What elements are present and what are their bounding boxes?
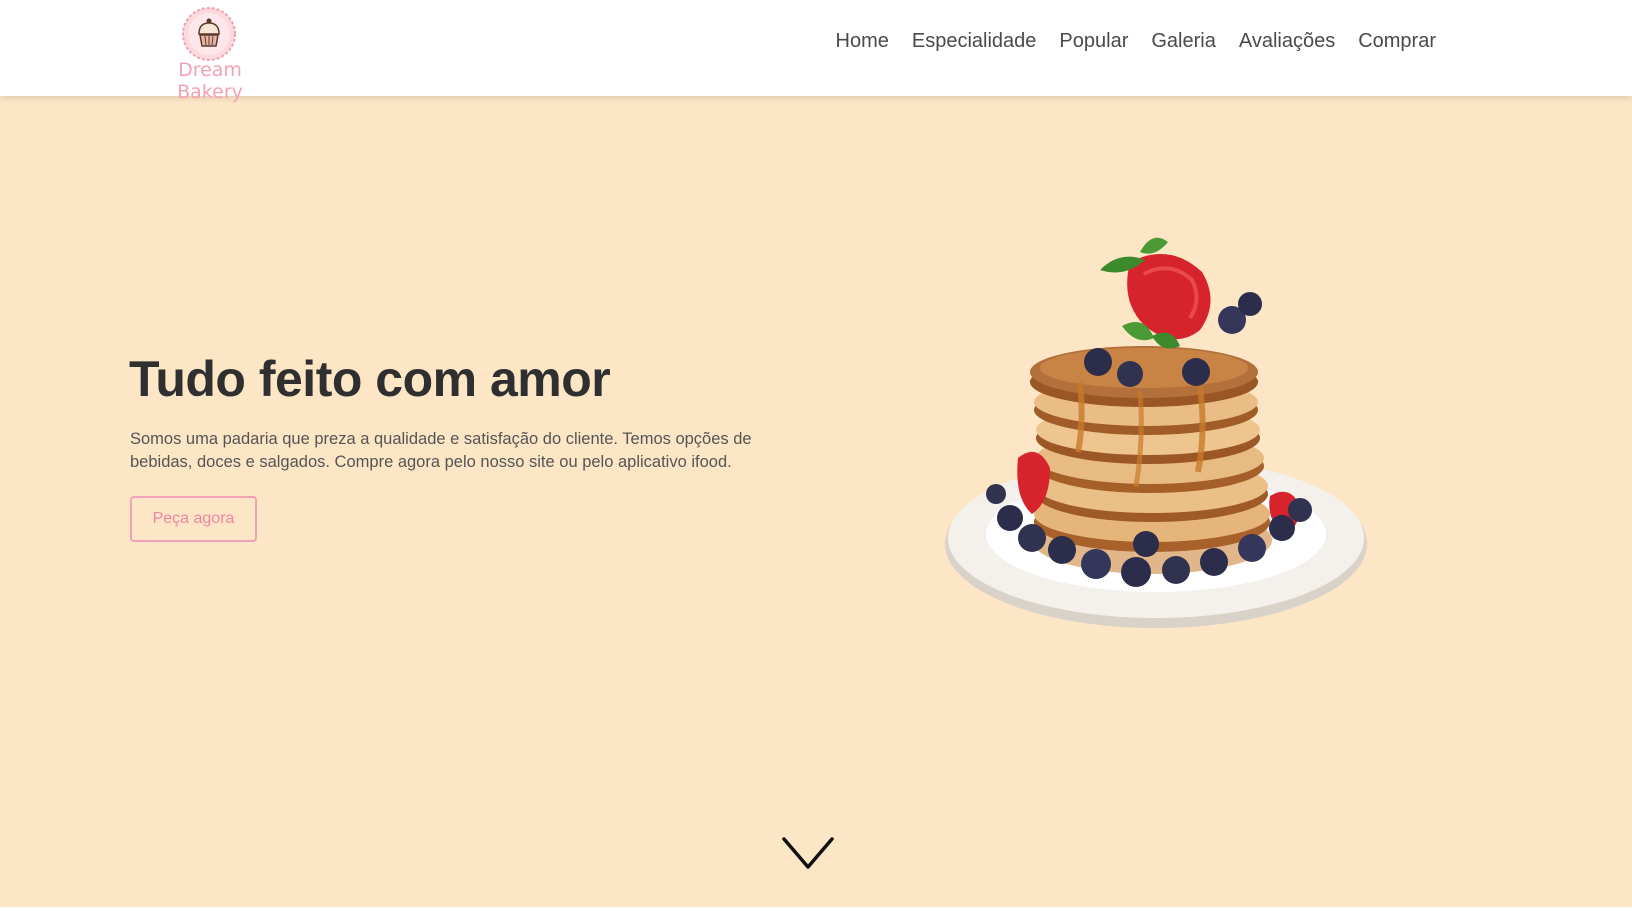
chevron-down-icon[interactable] (781, 836, 835, 872)
nav-item-comprar[interactable]: Comprar (1358, 30, 1436, 53)
nav-item-popular[interactable]: Popular (1059, 30, 1128, 53)
next-section-edge (0, 907, 1632, 915)
hero-title: Tudo feito com amor (129, 351, 611, 407)
brand-name: Dream Bakery (177, 59, 243, 103)
nav-item-galeria[interactable]: Galeria (1151, 30, 1215, 53)
brand-logo[interactable]: Dream Bakery (148, 4, 272, 103)
hero-description: Somos uma padaria que preza a qualidade … (130, 430, 752, 471)
main-nav: Home Especialidade Popular Galeria Avali… (836, 30, 1436, 53)
nav-item-avaliacoes[interactable]: Avaliações (1239, 30, 1335, 53)
pancake-stack-image (945, 237, 1367, 628)
nav-item-especialidade[interactable]: Especialidade (912, 30, 1037, 53)
site-header: Dream Bakery Home Especialidade Popular … (0, 0, 1632, 103)
nav-item-home[interactable]: Home (836, 30, 889, 53)
cupcake-icon (182, 7, 236, 61)
order-now-button[interactable]: Peça agora (130, 496, 257, 542)
